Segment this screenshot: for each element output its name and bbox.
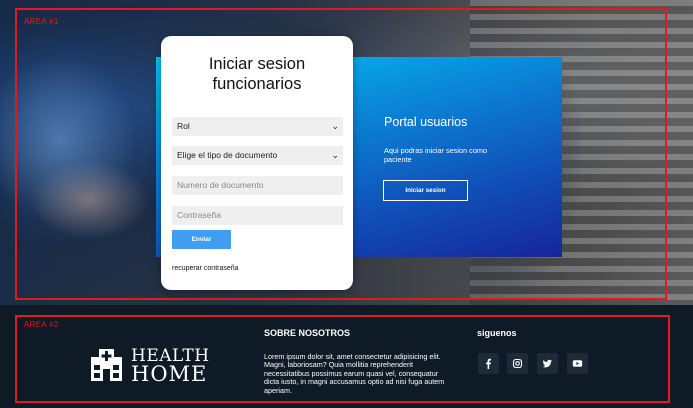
logo-text: HEALTH HOME	[131, 347, 210, 386]
twitter-icon	[542, 359, 552, 368]
login-title: Iniciar sesion funcionarios	[161, 54, 353, 94]
portal-title: Portal usuarios	[384, 115, 468, 129]
chevron-down-icon: ⌄	[331, 150, 339, 160]
instagram-icon	[512, 358, 523, 369]
login-title-line2: funcionarios	[212, 75, 302, 93]
submit-button[interactable]: Enviar	[172, 230, 231, 249]
youtube-button[interactable]	[567, 353, 588, 374]
follow-title: siguenos	[477, 328, 517, 338]
password-input[interactable]: Contraseña	[172, 206, 343, 225]
chevron-down-icon: ⌄	[331, 121, 339, 131]
doc-type-select[interactable]: Elige el tipo de documento ⌄	[172, 146, 343, 165]
facebook-button[interactable]	[478, 353, 499, 374]
hospital-icon	[91, 349, 122, 381]
instagram-button[interactable]	[507, 353, 528, 374]
logo-line2: HOME	[131, 362, 208, 386]
facebook-icon	[486, 358, 491, 369]
area-1-label: AREA #1	[24, 17, 59, 26]
doc-type-select-value: Elige el tipo de documento	[177, 150, 278, 160]
login-title-line1: Iniciar sesion	[208, 55, 306, 73]
about-title: SOBRE NOSOTROS	[264, 328, 351, 338]
youtube-icon	[572, 360, 583, 367]
rol-select[interactable]: Rol ⌄	[172, 117, 343, 136]
twitter-button[interactable]	[537, 353, 558, 374]
hero-hand	[30, 160, 150, 240]
recover-password-link[interactable]: recuperar contraseña	[172, 265, 239, 272]
doc-number-input[interactable]: Numero de documento	[172, 176, 343, 195]
footer: HEALTH HOME SOBRE NOSOTROS Lorem ipsum d…	[0, 305, 693, 408]
portal-login-button[interactable]: Iniciar sesion	[383, 180, 468, 201]
login-card: Iniciar sesion funcionarios Rol ⌄ Elige …	[161, 36, 353, 290]
rol-select-value: Rol	[177, 121, 190, 131]
area-2-label: AREA #2	[24, 320, 59, 329]
about-text: Lorem ipsum dolor sit, amet consectetur …	[264, 352, 445, 395]
portal-description: Aqui podras iniciar sesion como paciente	[384, 146, 488, 164]
